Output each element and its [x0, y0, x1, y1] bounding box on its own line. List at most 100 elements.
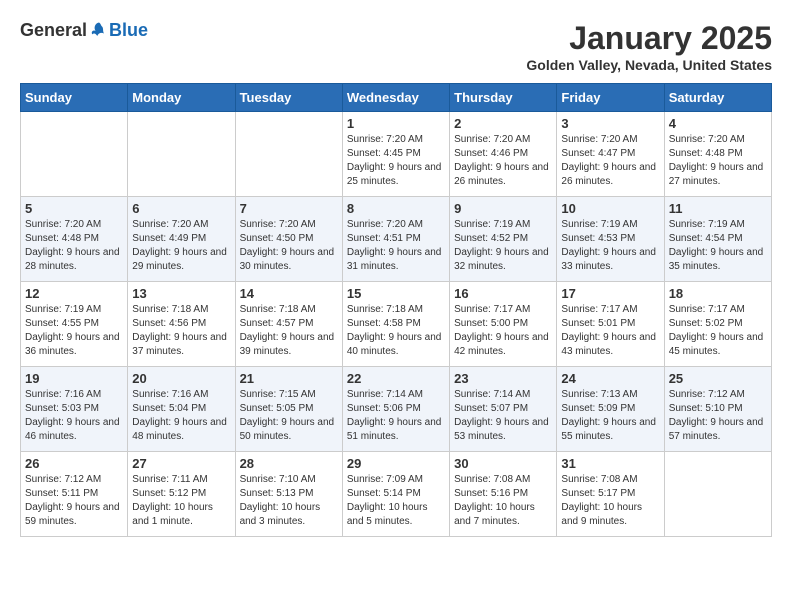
- calendar-cell: 4 Sunrise: 7:20 AM Sunset: 4:48 PM Daylig…: [664, 112, 771, 197]
- calendar-cell: 27Sunrise: 7:11 AM Sunset: 5:12 PM Dayli…: [128, 452, 235, 537]
- day-info: Sunrise: 7:16 AM Sunset: 5:04 PM Dayligh…: [132, 388, 230, 444]
- day-info: Sunrise: 7:19 AM Sunset: 4:54 PM Dayligh…: [669, 218, 767, 274]
- day-info: Sunrise: 7:20 AM Sunset: 4:45 PM Dayligh…: [347, 133, 445, 189]
- day-number: 13: [132, 286, 230, 301]
- day-info: Sunrise: 7:12 AM Sunset: 5:10 PM Dayligh…: [669, 388, 767, 444]
- day-number: 18: [669, 286, 767, 301]
- day-number: 16: [454, 286, 552, 301]
- day-info: Sunrise: 7:20 AM Sunset: 4:48 PM Dayligh…: [669, 133, 767, 189]
- day-info: Sunrise: 7:19 AM Sunset: 4:52 PM Dayligh…: [454, 218, 552, 274]
- calendar-cell: 3Sunrise: 7:20 AM Sunset: 4:47 PM Daylig…: [557, 112, 664, 197]
- calendar-cell: 21Sunrise: 7:15 AM Sunset: 5:05 PM Dayli…: [235, 367, 342, 452]
- day-number: 21: [240, 371, 338, 386]
- calendar-cell: 17 Sunrise: 7:17 AM Sunset: 5:01 PM Dayli…: [557, 282, 664, 367]
- calendar-cell: 30Sunrise: 7:08 AM Sunset: 5:16 PM Dayli…: [450, 452, 557, 537]
- day-info: Sunrise: 7:17 AM Sunset: 5:00 PM Dayligh…: [454, 303, 552, 359]
- calendar-cell: 23Sunrise: 7:14 AM Sunset: 5:07 PM Dayli…: [450, 367, 557, 452]
- day-info: Sunrise: 7:16 AM Sunset: 5:03 PM Dayligh…: [25, 388, 123, 444]
- logo: General Blue: [20, 20, 148, 41]
- calendar-cell: 20 Sunrise: 7:16 AM Sunset: 5:04 PM Dayli…: [128, 367, 235, 452]
- day-number: 25: [669, 371, 767, 386]
- day-number: 2: [454, 116, 552, 131]
- day-number: 12: [25, 286, 123, 301]
- day-info: Sunrise: 7:09 AM Sunset: 5:14 PM Dayligh…: [347, 473, 445, 529]
- calendar-subtitle: Golden Valley, Nevada, United States: [526, 57, 772, 73]
- calendar-cell: [128, 112, 235, 197]
- calendar-cell: 12 Sunrise: 7:19 AM Sunset: 4:55 PM Dayli…: [21, 282, 128, 367]
- calendar-cell: 8 Sunrise: 7:20 AM Sunset: 4:51 PM Daylig…: [342, 197, 449, 282]
- calendar-cell: 6 Sunrise: 7:20 AM Sunset: 4:49 PM Daylig…: [128, 197, 235, 282]
- calendar-cell: 25 Sunrise: 7:12 AM Sunset: 5:10 PM Dayli…: [664, 367, 771, 452]
- day-number: 4: [669, 116, 767, 131]
- day-info: Sunrise: 7:12 AM Sunset: 5:11 PM Dayligh…: [25, 473, 123, 529]
- day-number: 24: [561, 371, 659, 386]
- day-number: 27: [132, 456, 230, 471]
- day-info: Sunrise: 7:18 AM Sunset: 4:58 PM Dayligh…: [347, 303, 445, 359]
- day-info: Sunrise: 7:14 AM Sunset: 5:06 PM Dayligh…: [347, 388, 445, 444]
- calendar-cell: 22 Sunrise: 7:14 AM Sunset: 5:06 PM Dayli…: [342, 367, 449, 452]
- calendar-cell: 13 Sunrise: 7:18 AM Sunset: 4:56 PM Dayli…: [128, 282, 235, 367]
- calendar-cell: 1Sunrise: 7:20 AM Sunset: 4:45 PM Daylig…: [342, 112, 449, 197]
- day-number: 22: [347, 371, 445, 386]
- calendar-cell: 29Sunrise: 7:09 AM Sunset: 5:14 PM Dayli…: [342, 452, 449, 537]
- logo-blue-text: Blue: [109, 20, 148, 41]
- calendar-cell: 9 Sunrise: 7:19 AM Sunset: 4:52 PM Daylig…: [450, 197, 557, 282]
- day-info: Sunrise: 7:18 AM Sunset: 4:56 PM Dayligh…: [132, 303, 230, 359]
- day-number: 9: [454, 201, 552, 216]
- weekday-header-sunday: Sunday: [21, 84, 128, 112]
- weekday-header-tuesday: Tuesday: [235, 84, 342, 112]
- logo-bird-icon: [89, 21, 109, 41]
- day-number: 15: [347, 286, 445, 301]
- day-info: Sunrise: 7:20 AM Sunset: 4:48 PM Dayligh…: [25, 218, 123, 274]
- weekday-header-monday: Monday: [128, 84, 235, 112]
- day-info: Sunrise: 7:08 AM Sunset: 5:16 PM Dayligh…: [454, 473, 552, 529]
- day-info: Sunrise: 7:14 AM Sunset: 5:07 PM Dayligh…: [454, 388, 552, 444]
- calendar-cell: 19 Sunrise: 7:16 AM Sunset: 5:03 PM Dayli…: [21, 367, 128, 452]
- day-info: Sunrise: 7:17 AM Sunset: 5:02 PM Dayligh…: [669, 303, 767, 359]
- day-info: Sunrise: 7:20 AM Sunset: 4:51 PM Dayligh…: [347, 218, 445, 274]
- day-info: Sunrise: 7:13 AM Sunset: 5:09 PM Dayligh…: [561, 388, 659, 444]
- calendar-cell: 18 Sunrise: 7:17 AM Sunset: 5:02 PM Dayli…: [664, 282, 771, 367]
- day-number: 6: [132, 201, 230, 216]
- day-info: Sunrise: 7:20 AM Sunset: 4:49 PM Dayligh…: [132, 218, 230, 274]
- calendar-cell: [664, 452, 771, 537]
- day-number: 19: [25, 371, 123, 386]
- logo-general-text: General: [20, 20, 87, 41]
- week-row-1: 1Sunrise: 7:20 AM Sunset: 4:45 PM Daylig…: [21, 112, 772, 197]
- day-info: Sunrise: 7:17 AM Sunset: 5:01 PM Dayligh…: [561, 303, 659, 359]
- calendar-cell: 15 Sunrise: 7:18 AM Sunset: 4:58 PM Dayli…: [342, 282, 449, 367]
- week-row-5: 26Sunrise: 7:12 AM Sunset: 5:11 PM Dayli…: [21, 452, 772, 537]
- day-number: 20: [132, 371, 230, 386]
- calendar-cell: 5 Sunrise: 7:20 AM Sunset: 4:48 PM Daylig…: [21, 197, 128, 282]
- week-row-3: 12 Sunrise: 7:19 AM Sunset: 4:55 PM Dayli…: [21, 282, 772, 367]
- weekday-header-saturday: Saturday: [664, 84, 771, 112]
- day-number: 7: [240, 201, 338, 216]
- day-info: Sunrise: 7:19 AM Sunset: 4:55 PM Dayligh…: [25, 303, 123, 359]
- day-info: Sunrise: 7:08 AM Sunset: 5:17 PM Dayligh…: [561, 473, 659, 529]
- calendar-cell: [21, 112, 128, 197]
- day-info: Sunrise: 7:10 AM Sunset: 5:13 PM Dayligh…: [240, 473, 338, 529]
- day-number: 8: [347, 201, 445, 216]
- day-info: Sunrise: 7:19 AM Sunset: 4:53 PM Dayligh…: [561, 218, 659, 274]
- day-number: 5: [25, 201, 123, 216]
- weekday-header-wednesday: Wednesday: [342, 84, 449, 112]
- day-info: Sunrise: 7:18 AM Sunset: 4:57 PM Dayligh…: [240, 303, 338, 359]
- day-info: Sunrise: 7:20 AM Sunset: 4:46 PM Dayligh…: [454, 133, 552, 189]
- calendar-cell: 28Sunrise: 7:10 AM Sunset: 5:13 PM Dayli…: [235, 452, 342, 537]
- day-number: 17: [561, 286, 659, 301]
- day-info: Sunrise: 7:20 AM Sunset: 4:47 PM Dayligh…: [561, 133, 659, 189]
- calendar-cell: 10 Sunrise: 7:19 AM Sunset: 4:53 PM Dayli…: [557, 197, 664, 282]
- calendar-table: SundayMondayTuesdayWednesdayThursdayFrid…: [20, 83, 772, 537]
- day-info: Sunrise: 7:20 AM Sunset: 4:50 PM Dayligh…: [240, 218, 338, 274]
- calendar-cell: 7 Sunrise: 7:20 AM Sunset: 4:50 PM Daylig…: [235, 197, 342, 282]
- weekday-header-thursday: Thursday: [450, 84, 557, 112]
- day-number: 11: [669, 201, 767, 216]
- day-number: 14: [240, 286, 338, 301]
- calendar-cell: 26Sunrise: 7:12 AM Sunset: 5:11 PM Dayli…: [21, 452, 128, 537]
- calendar-title: January 2025: [526, 20, 772, 57]
- calendar-cell: [235, 112, 342, 197]
- calendar-cell: 24 Sunrise: 7:13 AM Sunset: 5:09 PM Dayli…: [557, 367, 664, 452]
- calendar-cell: 16 Sunrise: 7:17 AM Sunset: 5:00 PM Dayli…: [450, 282, 557, 367]
- day-number: 10: [561, 201, 659, 216]
- calendar-cell: 31Sunrise: 7:08 AM Sunset: 5:17 PM Dayli…: [557, 452, 664, 537]
